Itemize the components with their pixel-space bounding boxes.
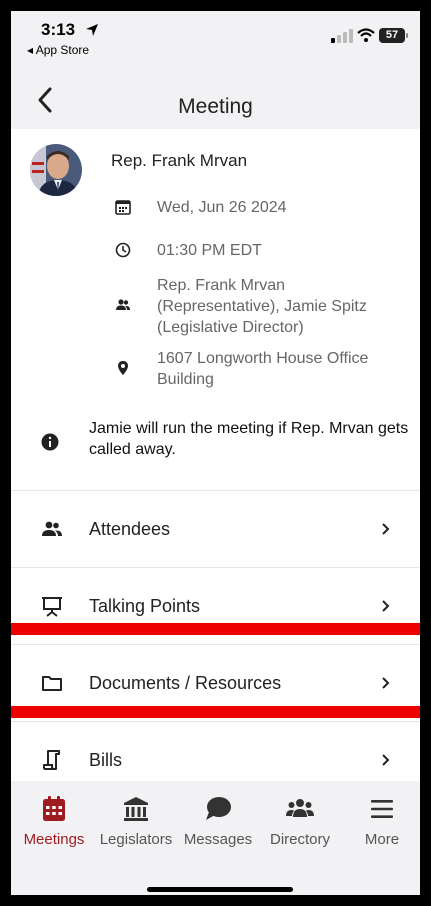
location-arrow-icon [86, 24, 98, 36]
cellular-signal-icon [331, 29, 353, 43]
scroll-icon [43, 750, 60, 770]
meeting-time: 01:30 PM EDT [157, 242, 262, 259]
wifi-icon [357, 28, 375, 42]
people-icon [116, 299, 130, 310]
chevron-right-icon [382, 523, 390, 535]
calendar-icon [43, 796, 65, 821]
battery-level: 57 [379, 28, 405, 43]
calendar-icon [115, 200, 131, 215]
meeting-note-text: Jamie will run the meeting if Rep. Mrvan… [89, 420, 409, 458]
home-indicator[interactable] [147, 887, 293, 892]
meeting-location-row: 1607 Longworth House Office Building [111, 348, 411, 392]
navigation-bar: Meeting [11, 73, 420, 129]
meeting-date-row: Wed, Jun 26 2024 [111, 197, 411, 221]
tab-label: Messages [183, 831, 253, 848]
chat-bubble-icon [206, 797, 231, 820]
menu-item-attendees[interactable]: Attendees [11, 490, 420, 567]
status-time: 3:13 [41, 20, 76, 39]
chevron-right-icon [382, 677, 390, 689]
avatar [30, 144, 82, 196]
tab-legislators[interactable]: Legislators [95, 795, 177, 848]
highlight-bar-top [11, 623, 420, 635]
highlight-bar-bottom [11, 706, 420, 718]
menu-item-label: Attendees [89, 519, 171, 539]
tab-bar: Meetings Legislators Messages Directory … [11, 781, 420, 895]
page-title: Meeting [178, 95, 253, 118]
people-icon [42, 521, 62, 536]
meeting-note: Jamie will run the meeting if Rep. Mrvan… [11, 413, 420, 479]
tab-more[interactable]: More [341, 795, 420, 848]
tab-label: Meetings [23, 831, 85, 848]
hamburger-icon [371, 800, 393, 818]
tab-meetings[interactable]: Meetings [13, 795, 95, 848]
app-screen: 3:13 ◂ App Store 57 Meeting Rep. Frank M… [11, 11, 420, 895]
tab-label: More [364, 831, 400, 848]
meeting-attendees-row: Rep. Frank Mrvan (Representative), Jamie… [111, 275, 411, 341]
tab-directory[interactable]: Directory [259, 795, 341, 848]
tab-label: Legislators [99, 831, 173, 848]
presentation-icon [42, 597, 62, 617]
map-pin-icon [118, 361, 128, 375]
capitol-icon [124, 797, 148, 821]
clock-icon [115, 242, 131, 258]
tab-messages[interactable]: Messages [177, 795, 259, 848]
tab-label: Directory [269, 831, 330, 848]
meeting-date: Wed, Jun 26 2024 [157, 199, 287, 216]
menu-item-label: Documents / Resources [89, 673, 282, 693]
folder-icon [42, 676, 62, 691]
chevron-right-icon [382, 600, 390, 612]
chevron-right-icon [382, 754, 390, 766]
meeting-time-row: 01:30 PM EDT [111, 240, 411, 264]
group-icon [286, 799, 314, 817]
menu-item-label: Bills [89, 750, 123, 770]
back-to-app-store[interactable]: ◂ App Store [27, 43, 89, 57]
info-icon [41, 433, 59, 451]
battery-indicator: 57 [379, 28, 409, 43]
menu-item-label: Talking Points [89, 596, 201, 616]
meeting-attendees-text: Rep. Frank Mrvan (Representative), Jamie… [157, 277, 367, 336]
representative-name: Rep. Frank Mrvan [111, 151, 248, 170]
meeting-location: 1607 Longworth House Office Building [157, 350, 369, 388]
status-bar: 3:13 ◂ App Store 57 [11, 11, 420, 73]
